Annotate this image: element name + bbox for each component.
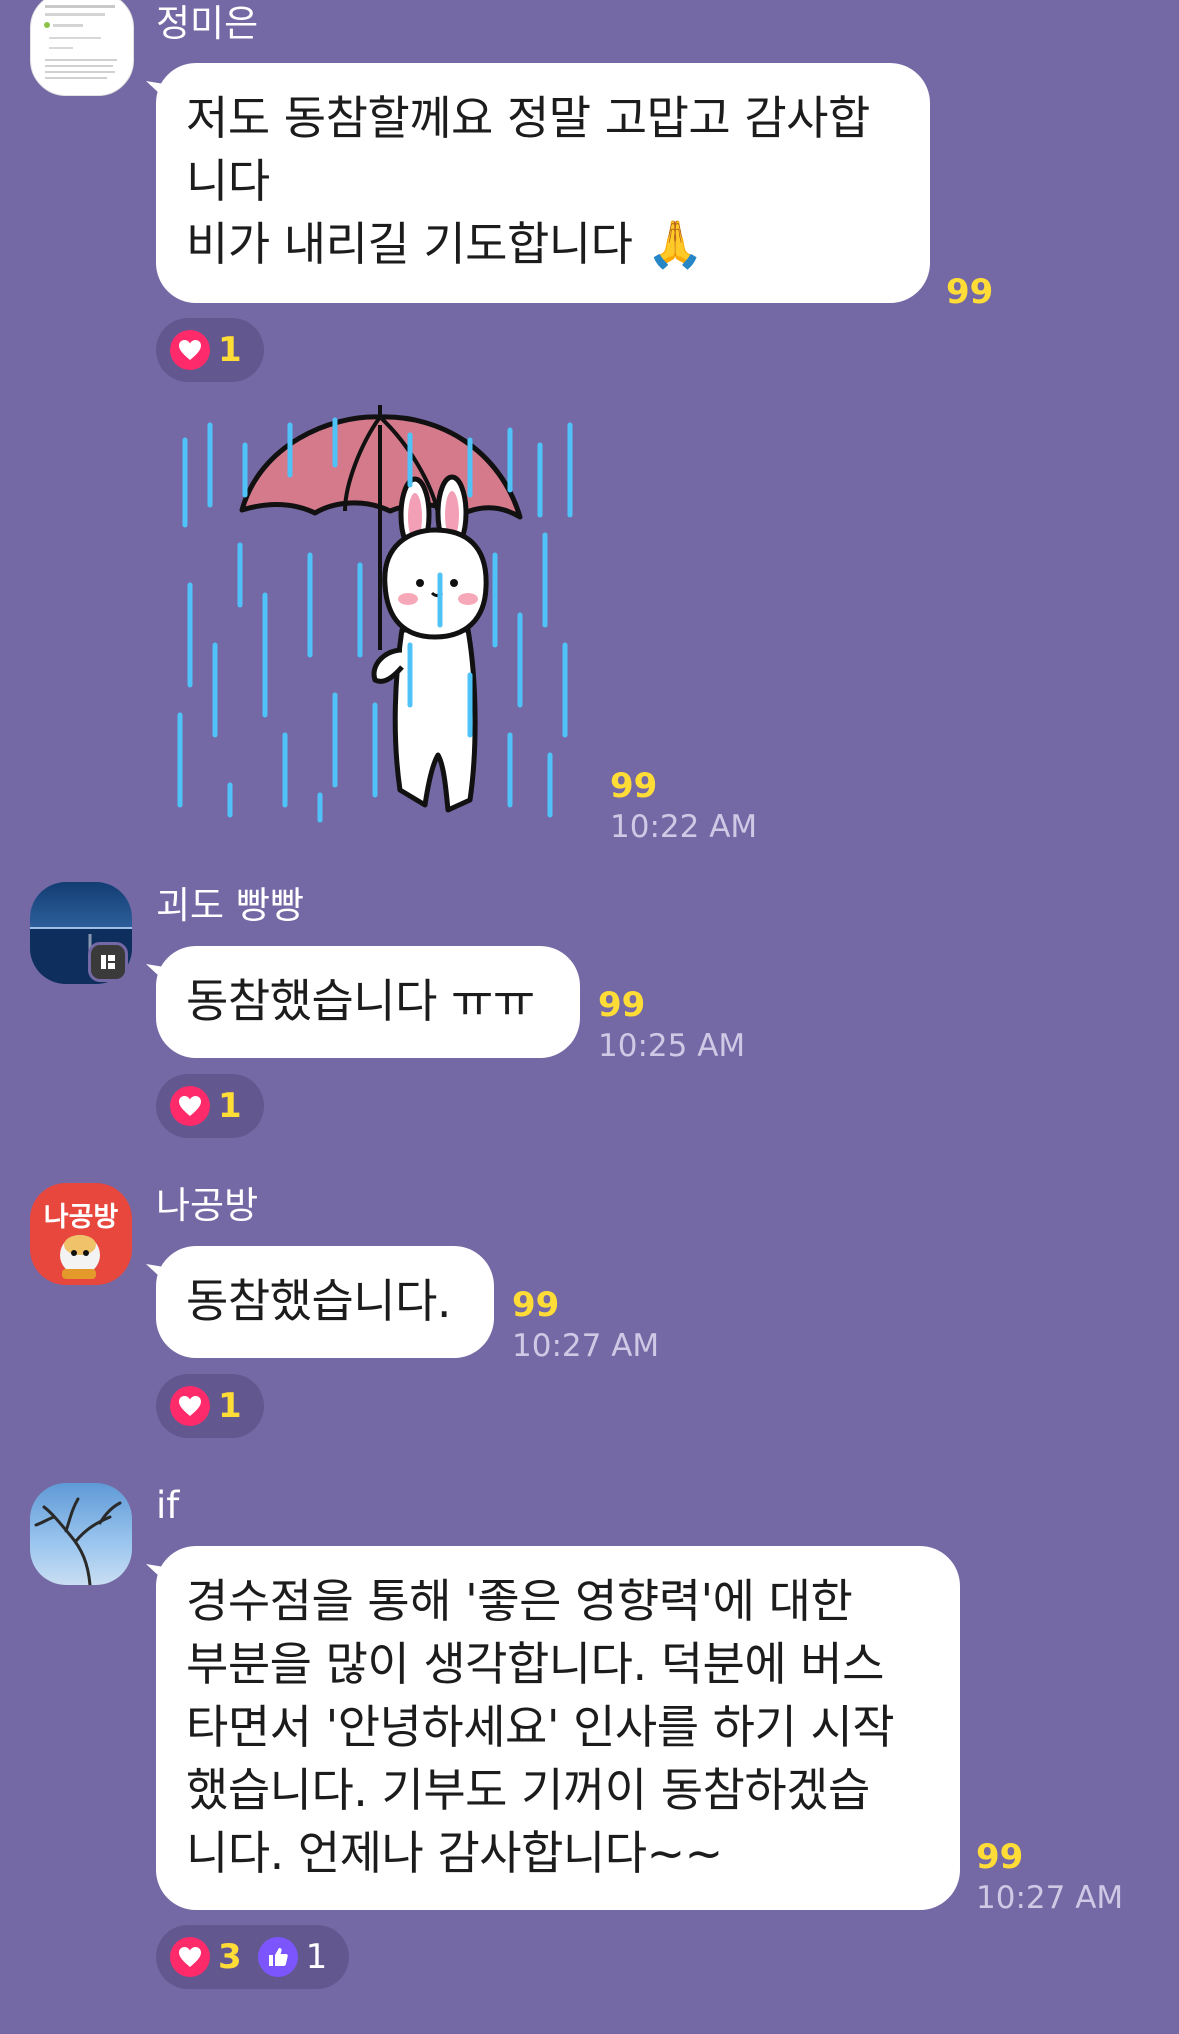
heart-icon (170, 1937, 210, 1977)
avatar-badge-icon (88, 942, 128, 982)
sender-name: 나공방 (156, 1184, 259, 1227)
unread-count: 99 (512, 1285, 560, 1325)
reaction-bar[interactable]: 1 (156, 318, 264, 382)
reaction-count: 1 (218, 1086, 242, 1126)
rabbit-umbrella-sticker[interactable] (170, 405, 590, 825)
tree-photo-icon (34, 1497, 122, 1585)
unread-count: 99 (598, 985, 646, 1025)
reaction-count: 1 (218, 330, 242, 370)
heart-icon (170, 330, 210, 370)
heart-icon (170, 1386, 210, 1426)
message-time: 10:25 AM (598, 1028, 746, 1064)
message-time: 10:27 AM (512, 1328, 660, 1364)
avatar-nagongbang[interactable]: 나공방 (30, 1183, 132, 1285)
reaction-bar[interactable]: 1 (156, 1374, 264, 1438)
avatar-jungmieun[interactable] (30, 0, 134, 96)
message-bubble[interactable]: 저도 동참할께요 정말 고맙고 감사합 니다 비가 내리길 기도합니다 🙏 (156, 63, 930, 303)
message-bubble[interactable]: 경수점을 통해 '좋은 영향력'에 대한 부분을 많이 생각합니다. 덕분에 버… (156, 1546, 960, 1910)
document-thumbnail-icon (44, 5, 117, 79)
unread-count: 99 (946, 272, 994, 312)
sender-name: if (156, 1484, 180, 1527)
unread-count: 99 (976, 1837, 1024, 1877)
sender-name: 정미은 (156, 2, 259, 45)
reaction-bar[interactable]: 3 1 (156, 1925, 350, 1989)
character-icon (60, 1235, 100, 1279)
reaction-count: 1 (218, 1386, 242, 1426)
reaction-count: 1 (305, 1937, 328, 1977)
unread-count: 99 (610, 766, 658, 806)
avatar-if[interactable] (30, 1483, 132, 1585)
message-time: 10:22 AM (610, 809, 758, 845)
sender-name: 괴도 빵빵 (156, 884, 304, 927)
message-bubble[interactable]: 동참했습니다 ㅠㅠ (156, 946, 580, 1058)
reaction-bar[interactable]: 1 (156, 1074, 264, 1138)
reaction-count: 3 (218, 1937, 242, 1977)
message-time: 10:27 AM (976, 1880, 1124, 1916)
heart-icon (170, 1086, 210, 1126)
thumbs-up-icon (257, 1937, 298, 1977)
message-bubble[interactable]: 동참했습니다. (156, 1246, 494, 1358)
